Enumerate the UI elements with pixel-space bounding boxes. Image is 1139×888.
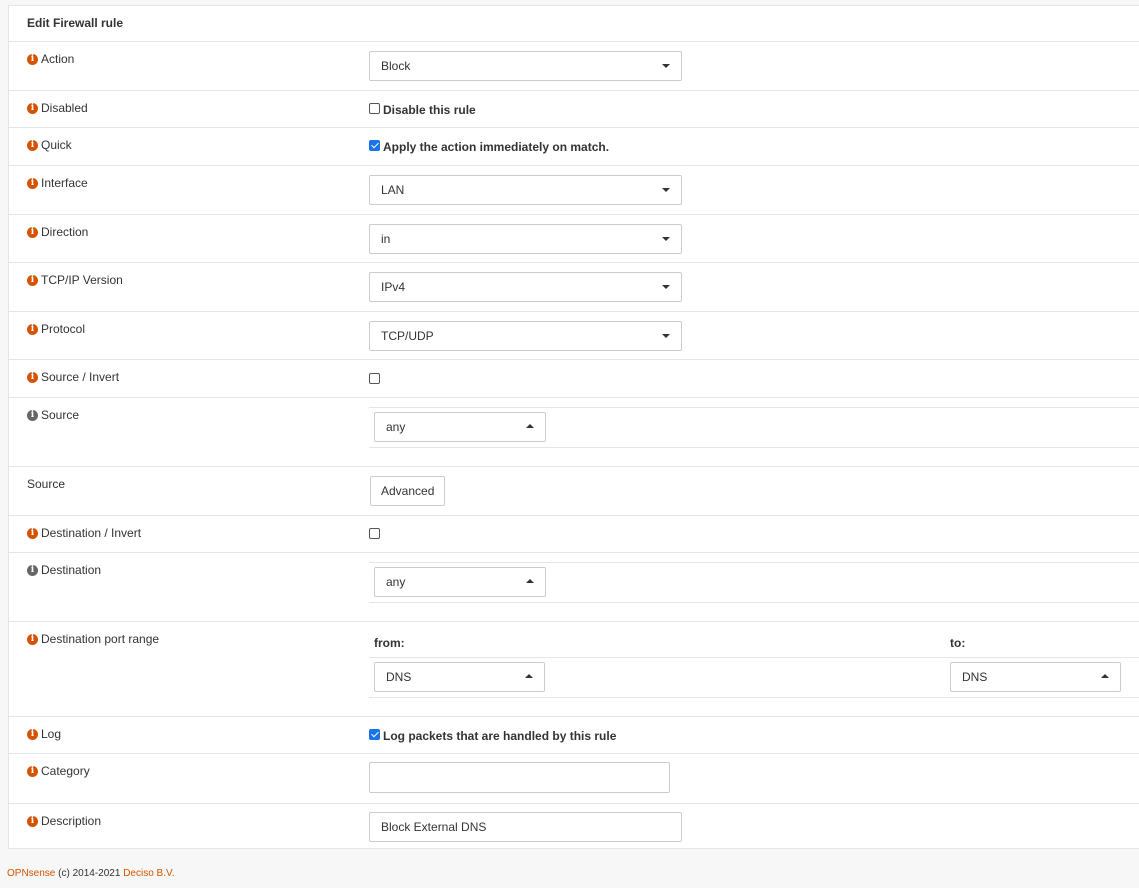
divider — [369, 657, 1139, 658]
direction-label: i Direction — [27, 225, 88, 239]
info-icon[interactable]: i — [27, 53, 38, 65]
divider — [9, 753, 1139, 754]
divider — [9, 515, 1139, 516]
info-icon[interactable]: i — [27, 177, 38, 189]
caret-down-icon — [662, 237, 670, 241]
caret-down-icon — [662, 188, 670, 192]
divider — [9, 127, 1139, 128]
category-input[interactable] — [369, 762, 670, 793]
caret-up-icon — [1101, 674, 1109, 678]
interface-select[interactable]: LAN — [369, 175, 682, 205]
divider — [9, 90, 1139, 91]
info-icon[interactable]: i — [27, 323, 38, 335]
tcpip-version-select[interactable]: IPv4 — [369, 272, 682, 302]
protocol-label: i Protocol — [27, 322, 85, 336]
info-icon[interactable]: i — [27, 409, 38, 421]
destination-select[interactable]: any — [374, 567, 546, 597]
divider — [9, 466, 1139, 467]
quick-checkbox-label[interactable]: Apply the action immediately on match. — [383, 140, 609, 154]
port-to-header: to: — [950, 636, 966, 650]
caret-down-icon — [662, 285, 670, 289]
info-icon[interactable]: i — [27, 139, 38, 151]
source-advanced-button[interactable]: Advanced — [370, 476, 446, 506]
info-icon[interactable]: i — [27, 564, 38, 576]
divider — [9, 359, 1139, 360]
tcpip-version-label: i TCP/IP Version — [27, 273, 123, 287]
deciso-link[interactable]: Deciso B.V. — [123, 868, 174, 879]
action-select[interactable]: Block — [369, 51, 682, 81]
quick-checkbox[interactable] — [369, 140, 380, 151]
source-advanced-label: Source — [27, 477, 66, 491]
info-icon[interactable]: i — [27, 527, 38, 539]
info-icon[interactable]: i — [27, 765, 38, 777]
log-checkbox-label[interactable]: Log packets that are handled by this rul… — [383, 729, 616, 743]
divider — [9, 716, 1139, 717]
panel-title: Edit Firewall rule — [27, 16, 124, 30]
edit-firewall-rule-panel: Edit Firewall rule i Action Block i Disa… — [8, 5, 1139, 849]
log-checkbox[interactable] — [369, 729, 380, 740]
info-icon[interactable]: i — [27, 102, 38, 114]
divider — [369, 562, 1139, 563]
divider — [9, 262, 1139, 263]
description-input[interactable]: Block External DNS — [369, 812, 682, 842]
caret-up-icon — [526, 579, 534, 583]
disabled-label: i Disabled — [27, 101, 88, 115]
disable-rule-checkbox-label[interactable]: Disable this rule — [383, 103, 476, 117]
source-label: i Source — [27, 408, 79, 422]
opnsense-link[interactable]: OPNsense — [7, 868, 55, 879]
disable-rule-checkbox[interactable] — [369, 103, 380, 114]
divider — [9, 214, 1139, 215]
divider — [369, 602, 1139, 603]
divider — [9, 803, 1139, 804]
info-icon[interactable]: i — [27, 728, 38, 740]
protocol-select[interactable]: TCP/UDP — [369, 321, 682, 351]
destination-invert-label: i Destination / Invert — [27, 526, 141, 540]
divider — [9, 41, 1139, 42]
copyright-text: (c) 2014-2021 — [58, 868, 121, 879]
source-invert-checkbox[interactable] — [369, 373, 380, 384]
category-label: i Category — [27, 764, 90, 778]
divider — [369, 407, 1139, 408]
interface-label: i Interface — [27, 176, 88, 190]
destination-invert-checkbox[interactable] — [369, 528, 380, 539]
info-icon[interactable]: i — [27, 226, 38, 238]
port-from-select[interactable]: DNS — [374, 662, 545, 692]
caret-down-icon — [662, 334, 670, 338]
info-icon[interactable]: i — [27, 815, 38, 827]
footer: OPNsense (c) 2014-2021 Deciso B.V. — [7, 868, 175, 879]
caret-down-icon — [662, 64, 670, 68]
log-label: i Log — [27, 727, 61, 741]
source-select[interactable]: any — [374, 412, 546, 442]
divider — [369, 447, 1139, 448]
divider — [9, 552, 1139, 553]
port-to-select[interactable]: DNS — [950, 662, 1121, 692]
source-invert-label: i Source / Invert — [27, 370, 119, 384]
info-icon[interactable]: i — [27, 633, 38, 645]
quick-label: i Quick — [27, 138, 72, 152]
caret-up-icon — [526, 424, 534, 428]
direction-select[interactable]: in — [369, 224, 682, 254]
port-from-header: from: — [374, 636, 405, 650]
destination-port-range-label: i Destination port range — [27, 632, 159, 646]
destination-label: i Destination — [27, 563, 101, 577]
divider — [9, 165, 1139, 166]
info-icon[interactable]: i — [27, 371, 38, 383]
action-label: i Action — [27, 52, 74, 66]
divider — [9, 311, 1139, 312]
divider — [9, 621, 1139, 622]
caret-up-icon — [525, 674, 533, 678]
divider — [9, 397, 1139, 398]
description-label: i Description — [27, 814, 101, 828]
info-icon[interactable]: i — [27, 274, 38, 286]
divider — [369, 697, 1139, 698]
